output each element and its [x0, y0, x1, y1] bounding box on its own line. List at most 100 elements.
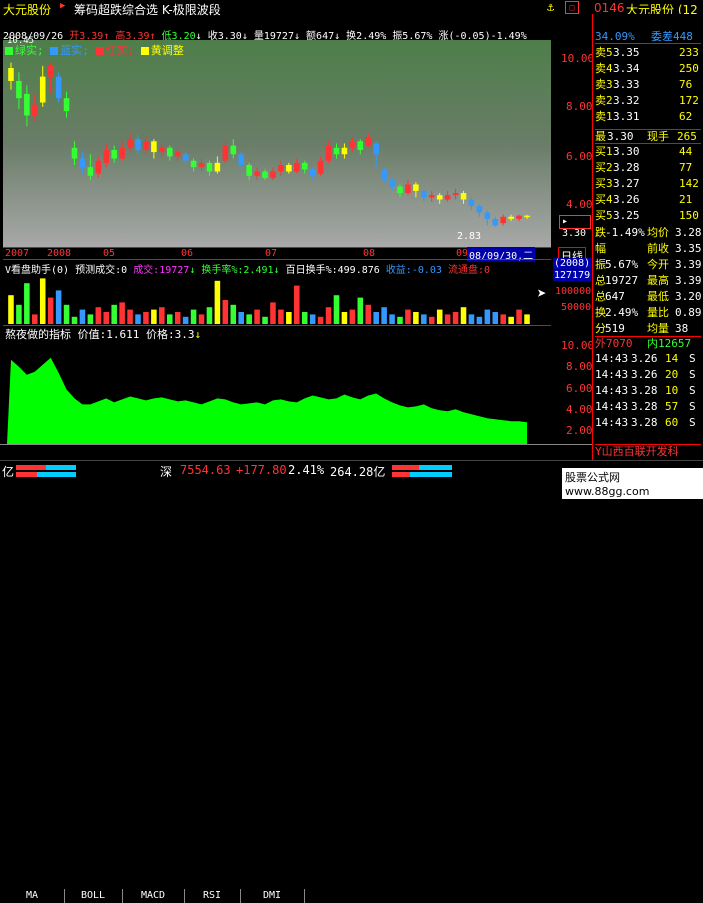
year-box: (2008): [553, 258, 592, 269]
volume-bar: [95, 307, 102, 324]
low-marker: 2.83: [457, 231, 482, 242]
menu-title[interactable]: 筹码超跌综合选 K-极限波段: [74, 1, 221, 18]
volume-bar: [484, 309, 491, 324]
volume-bar: [79, 309, 86, 324]
buy-row: 买2 3.28 77: [595, 161, 693, 174]
volume-bar: [278, 309, 284, 324]
volume-bar: [111, 304, 117, 324]
candle: [71, 141, 78, 166]
volume-bar: [63, 304, 70, 324]
tick-row: 14:43 3.28 10 S: [595, 384, 696, 397]
legend-item-yellow: 黄调整: [140, 44, 184, 57]
volume-bar: [159, 307, 165, 324]
latest-row: 最 3.30 现手 265: [595, 129, 701, 144]
volume-bar: [55, 290, 62, 324]
sell-row: 卖4 3.34 250: [595, 62, 699, 75]
volume-bar: [381, 307, 387, 324]
stat-row: 分 519 均量 38: [595, 322, 689, 335]
volume-bar: [508, 316, 514, 324]
candle: [381, 167, 387, 185]
volume-bar: [492, 312, 499, 324]
candle: [246, 162, 252, 181]
candle: [16, 72, 22, 109]
candle: [357, 139, 364, 155]
volume-bar: [421, 314, 427, 324]
kline-panel[interactable]: 绿实; 蓝实; 红实; 黄调整 10.45 2.83: [3, 36, 551, 248]
candle: [309, 167, 316, 181]
volume-bar: [230, 304, 237, 324]
tab-macd[interactable]: MACD: [122, 889, 185, 903]
candle: [286, 162, 292, 174]
tick-row: 14:43 3.26 20 S: [595, 368, 696, 381]
candle: [413, 182, 419, 198]
candle: [428, 190, 435, 202]
candle: [373, 141, 379, 168]
volume-bar: [286, 312, 292, 324]
volume-bar: [294, 285, 300, 324]
legend-item-red: 红实;: [95, 44, 134, 57]
volume-bar: [16, 304, 22, 324]
candle: [198, 158, 205, 172]
tab-dmi[interactable]: DMI: [240, 889, 305, 903]
volume-bar: [476, 316, 483, 324]
candle: [135, 134, 141, 155]
time-tick: 07: [265, 248, 278, 259]
candle: [500, 214, 506, 226]
price-axis: 10.00 8.00 6.00 4.00 ▸ 3.30: [551, 40, 594, 248]
volume-bar: [301, 312, 308, 324]
volume-bar: [190, 309, 197, 324]
tab-rsi[interactable]: RSI: [184, 889, 241, 903]
volume-bar: [206, 307, 213, 324]
volume-bar: [182, 316, 189, 324]
menu-arrow-icon[interactable]: ▶: [60, 1, 65, 11]
candle: [190, 158, 197, 172]
volume-bar: [436, 309, 443, 324]
info-line: 2008/09/26 开3.39↑ 高3.39↑ 低3.20↓ 收3.30↓ 量…: [3, 31, 527, 42]
candle: [317, 156, 324, 176]
indicator-panel[interactable]: 熬夜做的指标 价值:1.611 价格:3.3↓: [3, 325, 551, 444]
candle: [47, 62, 54, 94]
volume-bar: [333, 295, 340, 324]
tick-row: 14:43 3.26 14 S: [595, 352, 696, 365]
candle: [349, 137, 356, 153]
candle: [365, 132, 372, 148]
window-icon[interactable]: □: [565, 1, 579, 14]
top-value: 10.45: [7, 36, 35, 46]
volume-title: V看盘助手(0) 预测成交:0 成交:19727↓ 换手率%:2.491↓ 百日…: [5, 265, 491, 276]
sell-row: 卖2 3.32 172: [595, 94, 699, 107]
stat-row: 振 5.67% 今开 3.39: [595, 258, 702, 271]
candle: [270, 167, 276, 181]
market-pct: 2.41%: [288, 463, 325, 477]
candle: [516, 214, 522, 222]
website-label[interactable]: 股票公式网 www.88gg.com: [562, 468, 703, 499]
market-bar-left-2: [16, 472, 76, 477]
buy-row: 买4 3.26 21: [595, 193, 693, 206]
tab-ma[interactable]: MA: [0, 889, 65, 903]
volume-bar: [444, 314, 451, 324]
volume-bar: [468, 314, 475, 324]
candle: [262, 169, 268, 181]
volume-bar: [151, 309, 157, 324]
outer-inner-row: 外7070 内12657: [595, 336, 701, 350]
volume-bar: [349, 309, 356, 324]
volume-axis: (2008) 127179 100000 50000: [551, 258, 592, 326]
market-amount: 264.28亿: [330, 465, 386, 479]
candle: [79, 152, 86, 174]
time-tick: 2008: [47, 248, 72, 259]
candle: [182, 152, 189, 166]
candle: [405, 180, 411, 196]
candle: [452, 188, 459, 200]
anchor-icon[interactable]: ⚓: [547, 0, 554, 14]
candle: [103, 143, 110, 168]
volume-bar: [119, 302, 125, 324]
volume-bar: [103, 312, 110, 324]
tab-boll[interactable]: BOLL: [64, 889, 123, 903]
market-index: 7554.63: [180, 463, 231, 477]
vol-scale: 100000: [555, 286, 592, 297]
volume-bar: [222, 300, 229, 324]
volume-panel[interactable]: V看盘助手(0) 预测成交:0 成交:19727↓ 换手率%:2.491↓ 百日…: [3, 259, 551, 326]
volume-bar: [24, 283, 30, 324]
candle: [508, 214, 514, 222]
quote-footer[interactable]: Y山西百联开发科: [595, 444, 701, 458]
candle: [333, 143, 340, 159]
